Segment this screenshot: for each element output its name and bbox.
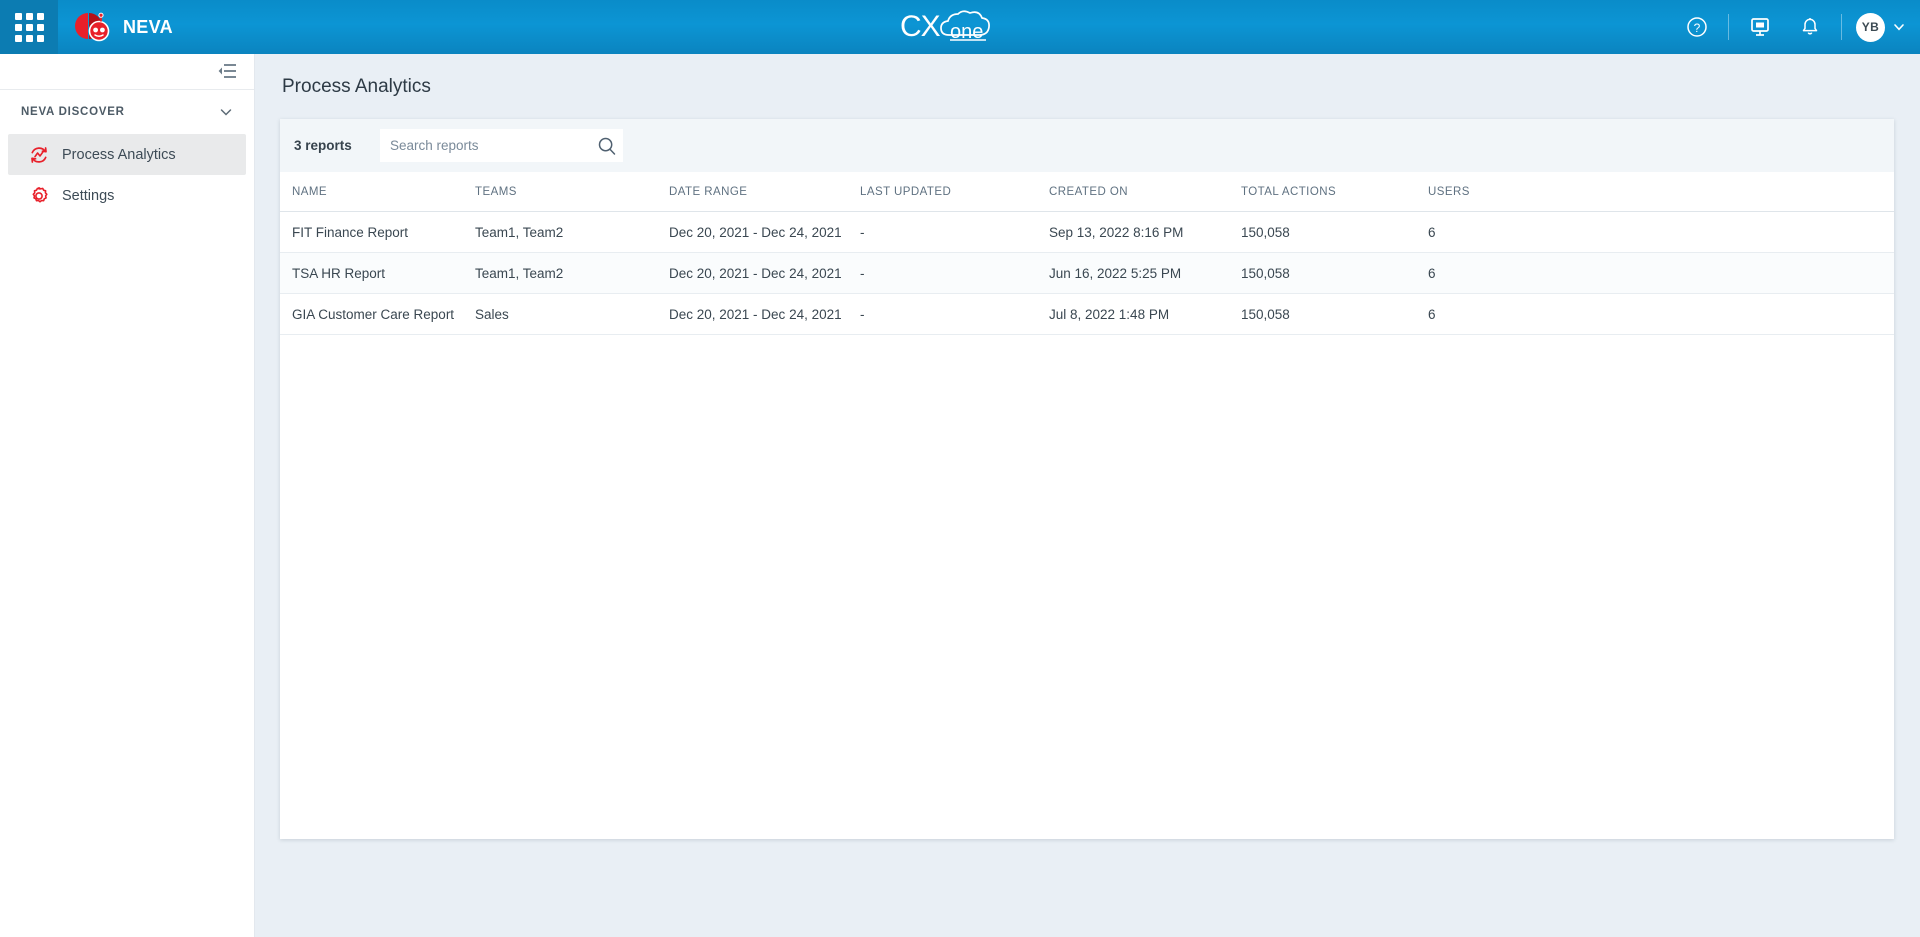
presentation-monitor-icon (1751, 18, 1769, 36)
table-body: FIT Finance Report Team1, Team2 Dec 20, … (280, 211, 1894, 335)
dashboard-button[interactable] (1735, 0, 1785, 54)
search-box[interactable] (380, 129, 623, 162)
column-header-users[interactable]: USERS (1428, 172, 1894, 212)
sidebar-item-settings[interactable]: Settings (8, 175, 246, 216)
neva-robot-logo (72, 10, 112, 44)
cell-created-on: Jun 16, 2022 5:25 PM (1049, 252, 1241, 294)
avatar: YB (1856, 12, 1885, 42)
reports-toolbar: 3 reports (280, 119, 1894, 172)
column-header-total-actions[interactable]: TOTAL ACTIONS (1241, 172, 1428, 212)
table-head: NAME TEAMS DATE RANGE LAST UPDATED CREAT… (280, 172, 1894, 212)
cell-users: 6 (1428, 293, 1894, 335)
header-divider (1728, 14, 1729, 40)
cell-total-actions: 150,058 (1241, 252, 1428, 294)
svg-text:CX: CX (900, 10, 941, 43)
cell-total-actions: 150,058 (1241, 211, 1428, 253)
sidebar-collapse-row (0, 54, 254, 90)
cell-date-range: Dec 20, 2021 - Dec 24, 2021 (669, 211, 860, 253)
cell-users: 6 (1428, 211, 1894, 253)
cell-created-on: Jul 8, 2022 1:48 PM (1049, 293, 1241, 335)
cell-teams: Team1, Team2 (475, 252, 669, 294)
apps-grid-icon (14, 12, 44, 42)
table-row[interactable]: GIA Customer Care Report Sales Dec 20, 2… (280, 293, 1894, 335)
main-content: Process Analytics 3 reports Search repor… (255, 54, 1920, 937)
table-header-row: NAME TEAMS DATE RANGE LAST UPDATED CREAT… (280, 172, 1894, 212)
cell-name: FIT Finance Report (280, 211, 475, 253)
cell-teams: Sales (475, 293, 669, 335)
top-header: NEVA CX one ? YB (0, 0, 1920, 54)
bell-icon (1802, 18, 1818, 35)
app-body: NEVA DISCOVER Process Analytics Settings… (0, 54, 1920, 937)
sidebar-section-label: NEVA DISCOVER (21, 106, 125, 118)
search-icon (598, 137, 616, 155)
cell-last-updated: - (860, 252, 1049, 294)
chevron-down-icon (220, 109, 232, 116)
cxone-cloud-logo: CX one (900, 7, 1020, 47)
sidebar-item-label: Settings (62, 187, 115, 204)
chevron-down-icon (1894, 24, 1904, 31)
app-launcher-button[interactable] (0, 0, 58, 54)
cell-last-updated: - (860, 293, 1049, 335)
cell-total-actions: 150,058 (1241, 293, 1428, 335)
process-analytics-icon (29, 145, 49, 165)
cell-teams: Team1, Team2 (475, 211, 669, 253)
help-circle-icon: ? (1687, 17, 1707, 37)
column-header-teams[interactable]: TEAMS (475, 172, 669, 212)
cell-name: TSA HR Report (280, 252, 475, 294)
collapse-panel-icon (218, 64, 236, 78)
help-button[interactable]: ? (1672, 0, 1722, 54)
column-header-created-on[interactable]: CREATED ON (1049, 172, 1241, 212)
table-row[interactable]: TSA HR Report Team1, Team2 Dec 20, 2021 … (280, 252, 1894, 294)
cell-created-on: Sep 13, 2022 8:16 PM (1049, 211, 1241, 253)
sidebar-item-process-analytics[interactable]: Process Analytics (8, 134, 246, 175)
svg-text:?: ? (1694, 21, 1701, 35)
reports-count: 3 reports (294, 138, 352, 153)
cell-name: GIA Customer Care Report (280, 293, 475, 335)
cell-users: 6 (1428, 252, 1894, 294)
brand-name: NEVA (123, 16, 173, 37)
header-actions: ? YB (1672, 0, 1906, 54)
table-row[interactable]: FIT Finance Report Team1, Team2 Dec 20, … (280, 211, 1894, 253)
page-title: Process Analytics (282, 76, 431, 97)
cell-date-range: Dec 20, 2021 - Dec 24, 2021 (669, 252, 860, 294)
cell-last-updated: - (860, 211, 1049, 253)
reports-table: NAME TEAMS DATE RANGE LAST UPDATED CREAT… (280, 172, 1894, 335)
sidebar-section-neva-discover[interactable]: NEVA DISCOVER (0, 90, 254, 134)
cell-date-range: Dec 20, 2021 - Dec 24, 2021 (669, 293, 860, 335)
notifications-button[interactable] (1785, 0, 1835, 54)
column-header-name[interactable]: NAME (280, 172, 475, 212)
reports-table-wrap: NAME TEAMS DATE RANGE LAST UPDATED CREAT… (280, 172, 1894, 839)
column-header-last-updated[interactable]: LAST UPDATED (860, 172, 1049, 212)
header-divider (1841, 14, 1842, 40)
collapse-panel-button[interactable] (217, 63, 237, 80)
sidebar: NEVA DISCOVER Process Analytics Settings (0, 54, 255, 937)
search-input[interactable] (380, 129, 623, 162)
column-header-date-range[interactable]: DATE RANGE (669, 172, 860, 212)
reports-card: 3 reports NAME TE (280, 119, 1894, 839)
brand[interactable]: NEVA (58, 10, 173, 44)
sidebar-item-label: Process Analytics (62, 146, 176, 163)
gear-icon (29, 186, 49, 206)
user-menu-button[interactable]: YB (1848, 12, 1906, 42)
search-button[interactable] (597, 136, 617, 156)
